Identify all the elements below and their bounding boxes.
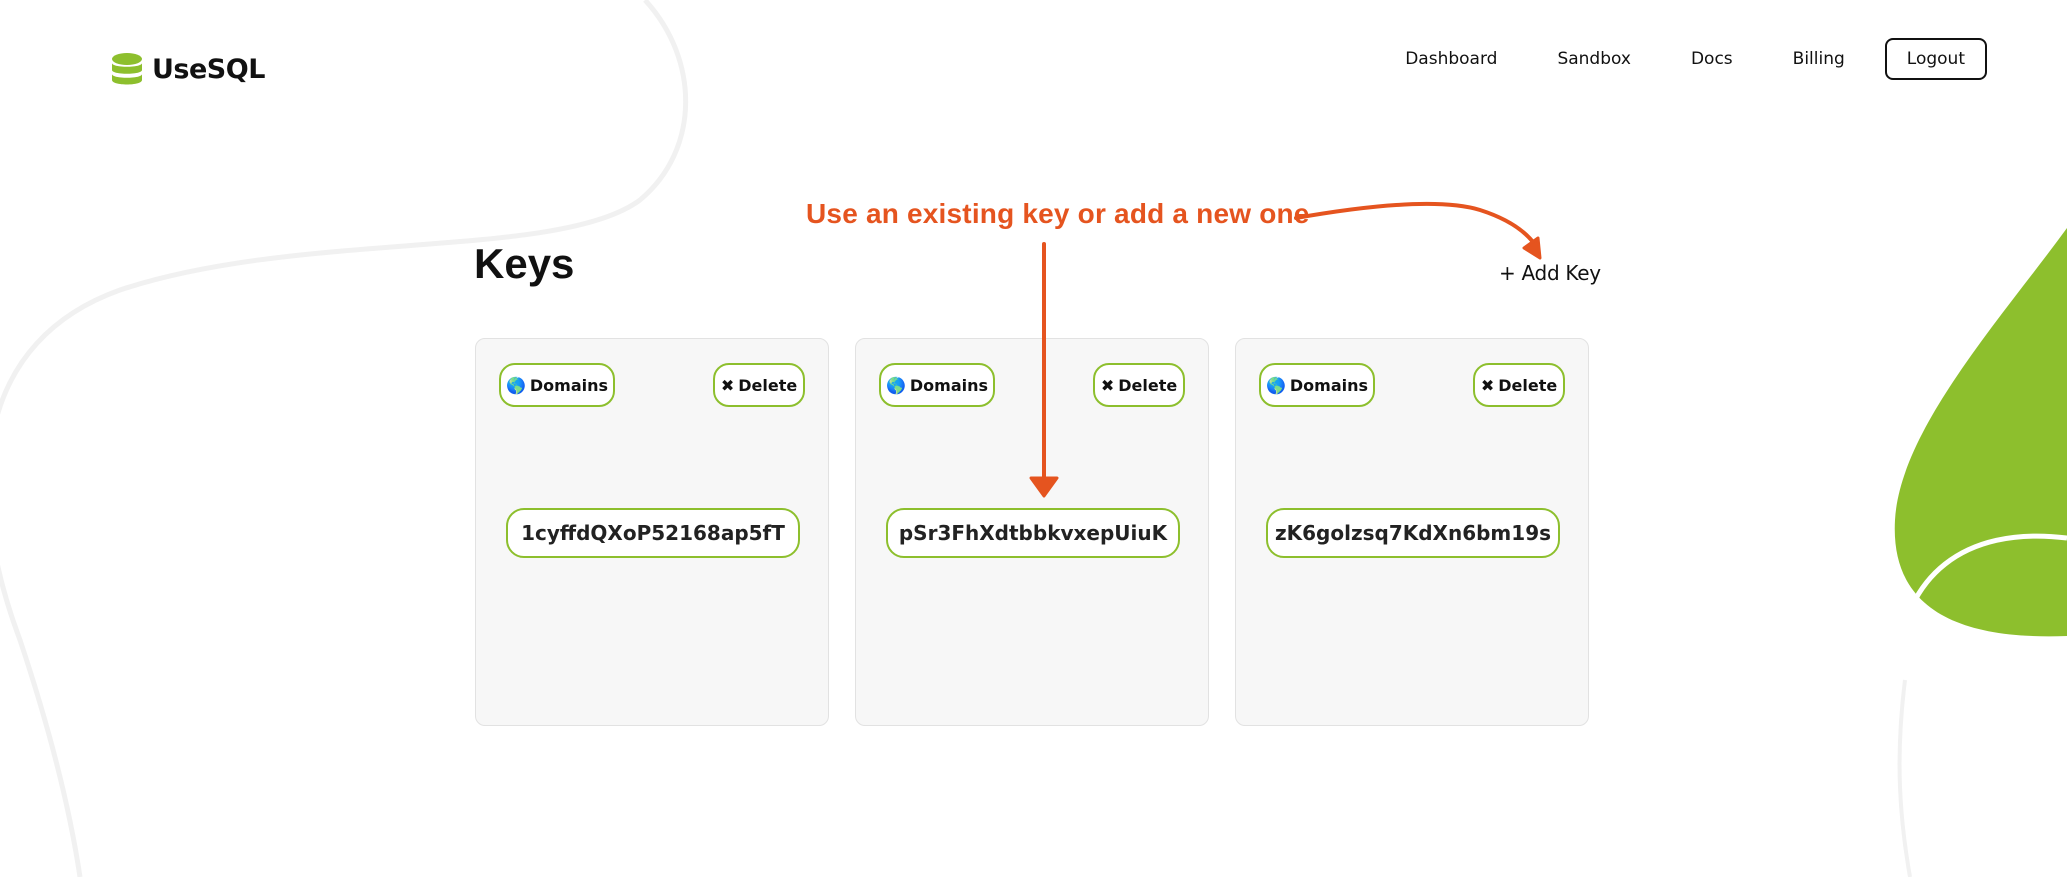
close-icon: ✖ — [1480, 375, 1495, 395]
brand-name: UseSQL — [152, 53, 265, 85]
close-icon: ✖ — [720, 375, 735, 395]
arrowhead-add-key-icon — [1522, 236, 1542, 260]
logout-button[interactable]: Logout — [1884, 38, 1987, 80]
page-title: Keys — [474, 240, 575, 287]
api-key-value[interactable]: 1cyffdQXoP52168ap5fT — [506, 508, 800, 558]
delete-label: Delete — [1498, 375, 1558, 395]
domains-button[interactable]: 🌎 Domains — [1259, 363, 1375, 407]
key-card: 🌎 Domains ✖ Delete pSr3FhXdtbbkvxepUiuK — [855, 338, 1209, 726]
delete-button[interactable]: ✖ Delete — [1473, 363, 1565, 407]
key-card: 🌎 Domains ✖ Delete zK6golzsq7KdXn6bm19s — [1235, 338, 1589, 726]
close-icon: ✖ — [1100, 375, 1115, 395]
add-key-button[interactable]: + Add Key — [1499, 261, 1601, 285]
globe-icon: 🌎 — [1265, 375, 1286, 395]
database-icon — [112, 53, 142, 85]
nav-billing[interactable]: Billing — [1793, 49, 1845, 69]
domains-label: Domains — [1289, 375, 1369, 395]
api-key-value[interactable]: pSr3FhXdtbbkvxepUiuK — [886, 508, 1180, 558]
delete-label: Delete — [738, 375, 798, 395]
annotation-text: Use an existing key or add a new one — [806, 198, 1310, 229]
delete-button[interactable]: ✖ Delete — [713, 363, 805, 407]
domains-button[interactable]: 🌎 Domains — [879, 363, 995, 407]
domains-label: Domains — [529, 375, 609, 395]
domains-label: Domains — [909, 375, 989, 395]
nav-sandbox[interactable]: Sandbox — [1557, 49, 1631, 69]
nav-docs[interactable]: Docs — [1691, 49, 1733, 69]
delete-label: Delete — [1118, 375, 1178, 395]
nav-dashboard[interactable]: Dashboard — [1405, 49, 1497, 69]
globe-icon: 🌎 — [505, 375, 526, 395]
delete-button[interactable]: ✖ Delete — [1093, 363, 1185, 407]
arrow-to-add-key — [1294, 201, 1538, 248]
brand-logo[interactable]: UseSQL — [110, 52, 265, 86]
api-key-value[interactable]: zK6golzsq7KdXn6bm19s — [1266, 508, 1560, 558]
globe-icon: 🌎 — [885, 375, 906, 395]
key-card: 🌎 Domains ✖ Delete 1cyffdQXoP52168ap5fT — [475, 338, 829, 726]
main-nav: Dashboard Sandbox Docs Billing Logout — [1405, 38, 1987, 80]
domains-button[interactable]: 🌎 Domains — [499, 363, 615, 407]
